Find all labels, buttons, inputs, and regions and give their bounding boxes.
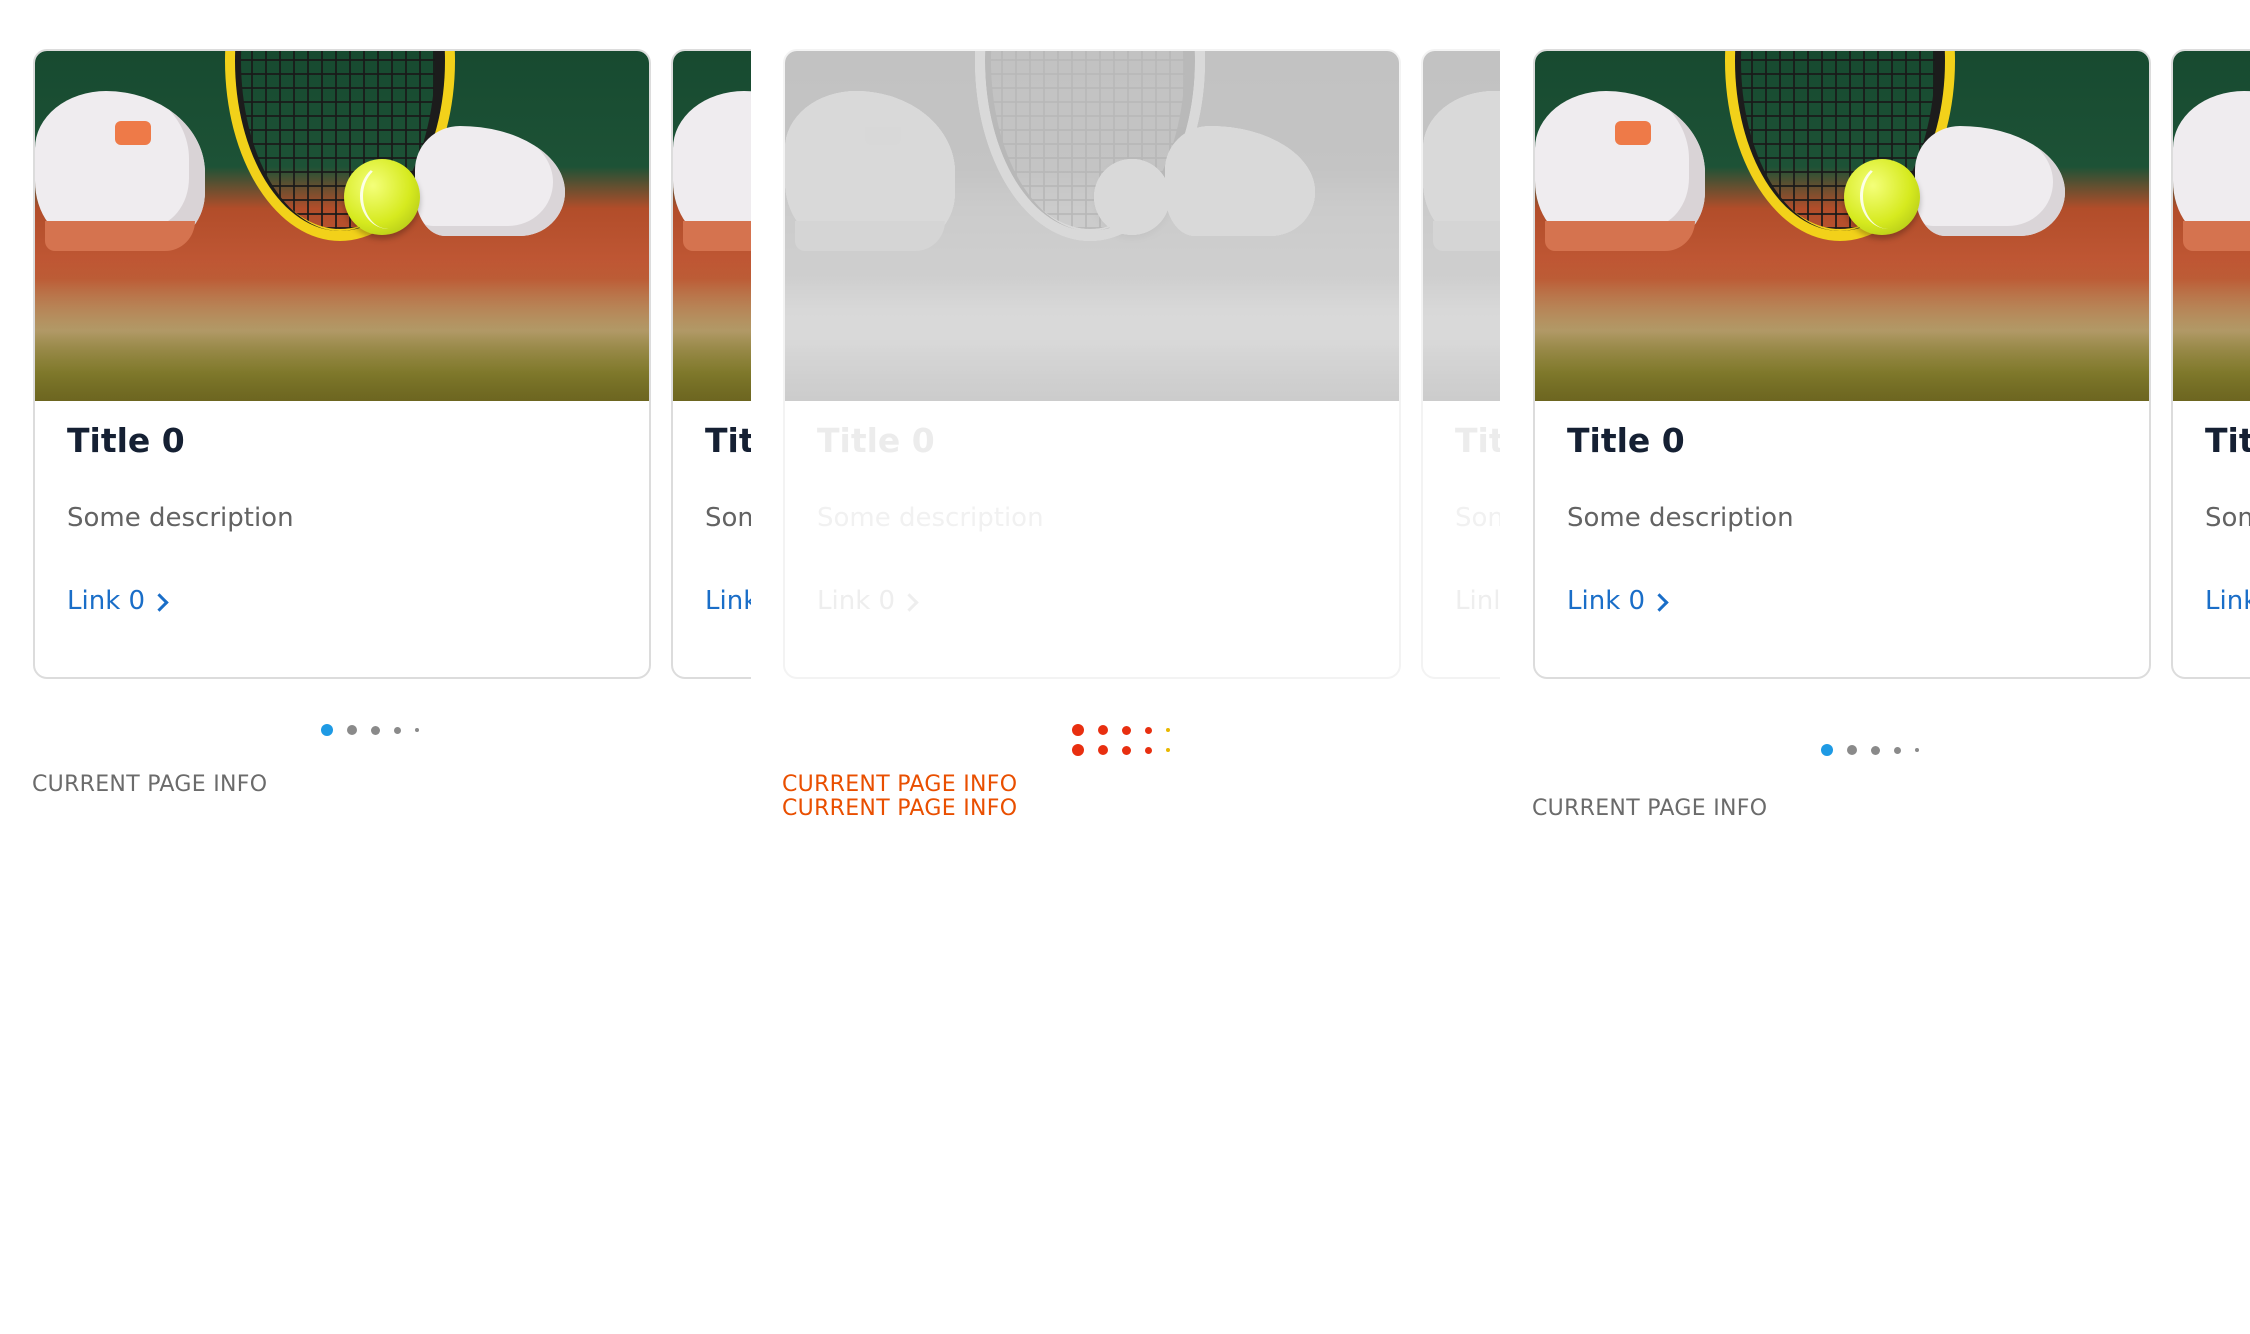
shoe-sole-image-part [2183, 221, 2250, 251]
pagination-dots-row-1 [1072, 724, 1170, 736]
card-link[interactable]: Link 0 [67, 586, 169, 616]
chevron-right-icon [900, 592, 919, 612]
pagination-dots [1821, 744, 1919, 756]
card-description: Some description [1567, 503, 1794, 533]
card-title: Tit [2205, 421, 2250, 460]
chevron-right-icon [1650, 592, 1669, 612]
pagination-dots-row-2 [1072, 744, 1170, 756]
pagination-dot[interactable] [1145, 726, 1152, 734]
card-image [785, 51, 1399, 401]
shoe-right-image-part [1165, 126, 1315, 236]
pagination-dot[interactable] [1166, 728, 1170, 732]
tennis-ball-image-part [1094, 159, 1170, 235]
carousel-card-next[interactable]: Tit Som Link [671, 49, 751, 679]
pagination-dot[interactable] [1072, 744, 1084, 756]
shoe-left-image-part [1423, 91, 1500, 241]
chevron-right-icon [150, 592, 169, 612]
pagination-dot[interactable] [1122, 725, 1131, 735]
page: Title 0 Some description Link 0 Tit Som … [0, 0, 2250, 1334]
pagination-dot[interactable] [1166, 748, 1170, 752]
shoe-sole-image-part [1545, 221, 1695, 251]
shoe-sole-image-part [45, 221, 195, 251]
pagination-dot[interactable] [1145, 746, 1152, 754]
current-page-info: CURRENT PAGE INFO [782, 796, 1018, 821]
pagination-dots [321, 724, 419, 736]
pagination-dot[interactable] [394, 726, 401, 734]
shoe-sole-image-part [683, 221, 751, 251]
shoe-left-image-part [673, 91, 751, 241]
current-page-info: CURRENT PAGE INFO [782, 772, 1018, 797]
carousel-card[interactable]: Title 0 Some description Link 0 [33, 49, 651, 679]
carousel-default: Title 0 Some description Link 0 Tit Som … [31, 48, 751, 688]
card-description: Som [2205, 503, 2250, 533]
card-link-label: Link 0 [67, 586, 146, 616]
card-title: Title 0 [817, 421, 935, 460]
shoe-sole-image-part [1433, 221, 1500, 251]
pagination-dot[interactable] [1072, 724, 1084, 736]
shoe-left-image-part [2173, 91, 2250, 241]
tennis-ball-image-part [344, 159, 420, 235]
pagination-dot[interactable] [1847, 745, 1857, 755]
card-link[interactable]: Link [705, 586, 751, 616]
tennis-ball-image-part [1844, 159, 1920, 235]
card-image [35, 51, 649, 401]
shoe-left-image-part [1535, 91, 1705, 241]
carousel-card[interactable]: Title 0 Some description Link 0 [783, 49, 1401, 679]
pagination-dot[interactable] [1098, 745, 1108, 755]
card-link[interactable]: Link 0 [817, 586, 919, 616]
carousel-shifted: Title 0 Some description Link 0 Tit Som … [1531, 48, 2250, 688]
pagination-dot[interactable] [1894, 746, 1901, 754]
card-link[interactable]: Link [2205, 586, 2250, 616]
pagination-dot[interactable] [415, 728, 419, 732]
card-title: Title 0 [67, 421, 185, 460]
card-link-label: Link 0 [817, 586, 896, 616]
pagination-dot[interactable] [1122, 745, 1131, 755]
card-link[interactable]: Link 0 [1567, 586, 1669, 616]
current-page-info: CURRENT PAGE INFO [1532, 796, 1768, 821]
card-image [1535, 51, 2149, 401]
pagination-dot[interactable] [347, 725, 357, 735]
pagination-dot[interactable] [1098, 725, 1108, 735]
card-image [2173, 51, 2250, 401]
pagination-dot-active[interactable] [321, 724, 333, 736]
shoe-left-image-part [785, 91, 955, 241]
card-link[interactable]: Linl [1455, 586, 1500, 616]
card-link-label: Link [2205, 586, 2250, 616]
pagination-dot[interactable] [371, 725, 380, 735]
card-title: Tit [1455, 421, 1500, 460]
card-link-label: Link 0 [1567, 586, 1646, 616]
carousel-card-next[interactable]: Tit Son Linl [1421, 49, 1500, 679]
card-title: Tit [705, 421, 751, 460]
shoe-left-image-part [35, 91, 205, 241]
card-link-label: Link [705, 586, 751, 616]
shoe-sole-image-part [795, 221, 945, 251]
carousel-card-next[interactable]: Tit Som Link [2171, 49, 2250, 679]
card-description: Some description [817, 503, 1044, 533]
card-title: Title 0 [1567, 421, 1685, 460]
carousel-card[interactable]: Title 0 Some description Link 0 [1533, 49, 2151, 679]
pagination-dot[interactable] [1915, 748, 1919, 752]
shoe-right-image-part [1915, 126, 2065, 236]
current-page-info: CURRENT PAGE INFO [32, 772, 268, 797]
card-description: Son [1455, 503, 1500, 533]
card-image [1423, 51, 1500, 401]
card-image [673, 51, 751, 401]
card-description: Some description [67, 503, 294, 533]
pagination-dot-active[interactable] [1821, 744, 1833, 756]
card-description: Som [705, 503, 751, 533]
card-link-label: Linl [1455, 586, 1500, 616]
shoe-right-image-part [415, 126, 565, 236]
pagination-dot[interactable] [1871, 745, 1880, 755]
carousel-faded: Title 0 Some description Link 0 Tit Son … [781, 48, 1500, 688]
